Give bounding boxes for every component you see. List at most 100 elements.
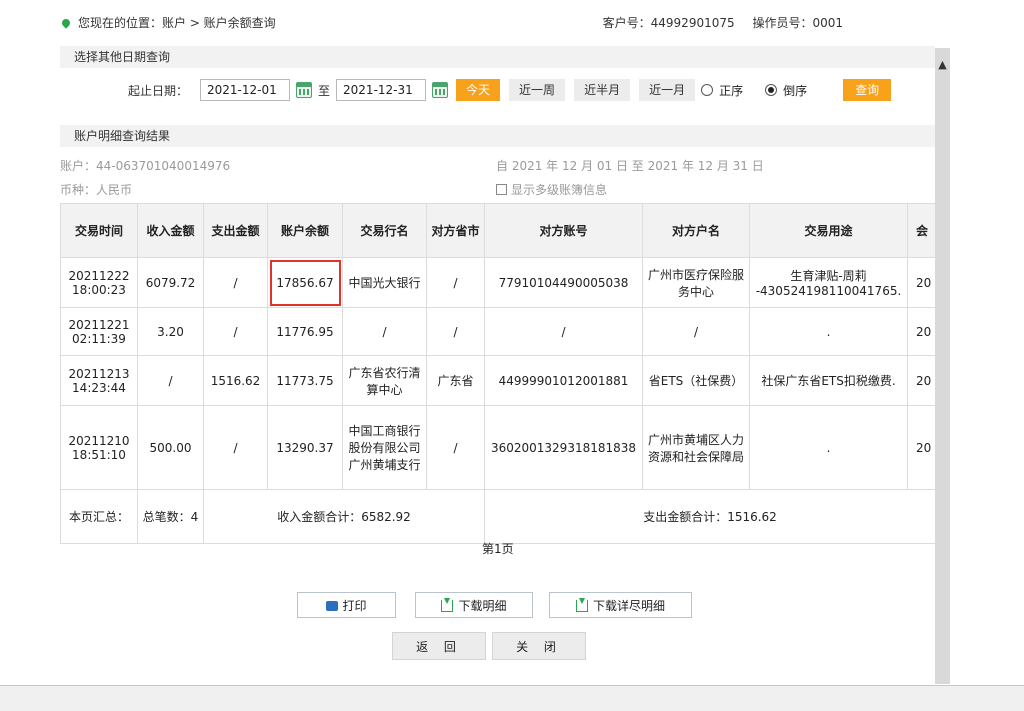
table-cell: 3602001329318181838 (484, 405, 643, 490)
column-header: 对方省市 (426, 203, 485, 258)
table-row: 20211221 02:11:39 3.20/11776.95// / /. 20 (60, 307, 936, 356)
desc-label: 倒序 (783, 83, 808, 98)
table-cell: 广州市医疗保险服务中心 (642, 257, 750, 308)
table-cell: 广东省农行清算中心 (342, 355, 427, 406)
table-cell: / (137, 355, 204, 406)
download-button[interactable]: 下载明细 (415, 592, 533, 618)
last-week-button[interactable]: 近一周 (509, 79, 566, 101)
summary-label: 本页汇总： (60, 489, 138, 544)
download-label: 下载明细 (458, 599, 507, 613)
download-full-label: 下载详尽明细 (592, 599, 665, 613)
date-filter-row: 起止日期： 2021-12-01 至 2021-12-31 今天 近一周 近半月… (60, 76, 935, 104)
multi-ledger-option[interactable]: 显示多级账簿信息 (496, 181, 607, 198)
desc-radio[interactable]: 倒序 (765, 82, 807, 99)
column-header: 支出金额 (203, 203, 268, 258)
table-cell: / (426, 405, 485, 490)
table-cell: 20211221 02:11:39 (60, 307, 138, 356)
section-result: 账户明细查询结果 (60, 125, 935, 147)
calendar-icon[interactable] (432, 82, 449, 98)
table-cell: / (342, 307, 427, 356)
table-header-row: 交易时间 收入金额 支出金额 账户余额 交易行名 对方省市 对方账号 对方户名 … (60, 203, 936, 258)
horizontal-scrollbar[interactable] (0, 685, 1024, 711)
customer-info: 客户号：44992901075 操作员号：0001 (589, 14, 843, 31)
date-range-label: 起止日期： (128, 83, 189, 98)
end-date-input[interactable]: 2021-12-31 (336, 79, 427, 101)
table-cell: 77910104490005038 (484, 257, 643, 308)
table-cell: 省ETS（社保费） (642, 355, 750, 406)
printer-icon (326, 601, 339, 611)
column-header: 收入金额 (137, 203, 204, 258)
operator-number: 操作员号：0001 (752, 16, 843, 30)
table-cell: . (749, 405, 908, 490)
checkbox-icon[interactable] (496, 184, 507, 195)
summary-count: 总笔数：4 (137, 489, 204, 544)
print-label: 打印 (342, 599, 367, 613)
summary-expense: 支出金额合计：1516.62 (484, 489, 936, 544)
table-cell: . (749, 307, 908, 356)
scroll-up-icon[interactable]: ▲ (935, 56, 950, 74)
table-cell: 17856.67 (267, 257, 343, 308)
scrollbar[interactable] (935, 48, 950, 684)
asc-label: 正序 (719, 83, 744, 98)
today-button[interactable]: 今天 (456, 79, 501, 101)
page-number: 第1页 (482, 542, 514, 556)
multi-ledger-label: 显示多级账簿信息 (511, 183, 608, 197)
transaction-table: 交易时间 收入金额 支出金额 账户余额 交易行名 对方省市 对方账号 对方户名 … (60, 203, 936, 544)
query-button[interactable]: 查询 (843, 79, 892, 101)
date-range-text: 自 2021 年 12 月 01 日 至 2021 年 12 月 31 日 (496, 159, 764, 173)
last-month-button[interactable]: 近一月 (639, 79, 696, 101)
column-header: 交易时间 (60, 203, 138, 258)
top-bar: 您现在的位置：账户 > 账户余额查询 客户号：44992901075 操作员号：… (0, 0, 935, 44)
table-cell: 20 (907, 307, 936, 356)
summary-income: 收入金额合计：6582.92 (203, 489, 485, 544)
calendar-icon[interactable] (296, 82, 313, 98)
customer-number: 客户号：44992901075 (602, 16, 735, 30)
column-header: 账户余额 (267, 203, 343, 258)
table-cell: 20211210 18:51:10 (60, 405, 138, 490)
table-cell: / (426, 257, 485, 308)
column-header: 交易行名 (342, 203, 427, 258)
table-cell: 20 (907, 405, 936, 490)
breadcrumb: 您现在的位置：账户 > 账户余额查询 (60, 14, 276, 31)
table-body: 20211222 18:00:23 6079.72/17856.67 中国光大银行 /… (60, 257, 936, 490)
start-date-input[interactable]: 2021-12-01 (200, 79, 291, 101)
table-row: 20211213 14:23:44/1516.62 11773.75 广东省农行清算… (60, 355, 936, 406)
table-cell: 6079.72 (137, 257, 204, 308)
to-label: 至 (318, 83, 331, 98)
table-cell: / (203, 257, 268, 308)
table-cell: 11776.95 (267, 307, 343, 356)
table-row: 20211210 18:51:10 500.00/13290.37 中国工商银行股份… (60, 405, 936, 490)
table-cell: 500.00 (137, 405, 204, 490)
close-button[interactable]: 关 闭 (492, 632, 586, 660)
table-cell: 44999901012001881 (484, 355, 643, 406)
column-header: 对方户名 (642, 203, 750, 258)
last-half-month-button[interactable]: 近半月 (574, 79, 631, 101)
table-cell: / (203, 405, 268, 490)
table-cell: 13290.37 (267, 405, 343, 490)
table-cell: 11773.75 (267, 355, 343, 406)
download-full-button[interactable]: 下载详尽明细 (549, 592, 692, 618)
table-cell: / (642, 307, 750, 356)
asc-radio[interactable]: 正序 (701, 82, 743, 99)
table-cell: 社保广东省ETS扣税缴费. (749, 355, 908, 406)
table-cell: 中国工商银行股份有限公司广州黄埔支行 (342, 405, 427, 490)
action-buttons: 打印 下载明细 下载详尽明细 (0, 592, 935, 618)
table-cell: 20211213 14:23:44 (60, 355, 138, 406)
table-cell: / (426, 307, 485, 356)
table-cell: / (484, 307, 643, 356)
currency: 币种：人民币 (60, 183, 133, 197)
column-header: 会 (907, 203, 936, 258)
summary-row: 本页汇总： 总笔数：4 收入金额合计：6582.92 支出金额合计：1516.6… (60, 489, 936, 544)
back-button[interactable]: 返 回 (392, 632, 486, 660)
table-cell: 20 (907, 257, 936, 308)
column-header: 交易用途 (749, 203, 908, 258)
account-number: 账户：44-063701040014976 (60, 159, 231, 173)
table-cell: 20 (907, 355, 936, 406)
table-cell: 广州市黄埔区人力资源和社会保障局 (642, 405, 750, 490)
download-icon (575, 598, 588, 612)
radio-selected-icon[interactable] (765, 84, 778, 96)
table-cell: 生育津贴-周莉 -430524198110041765. (749, 257, 908, 308)
print-button[interactable]: 打印 (297, 592, 396, 618)
radio-icon[interactable] (701, 84, 714, 96)
download-icon (441, 598, 454, 612)
